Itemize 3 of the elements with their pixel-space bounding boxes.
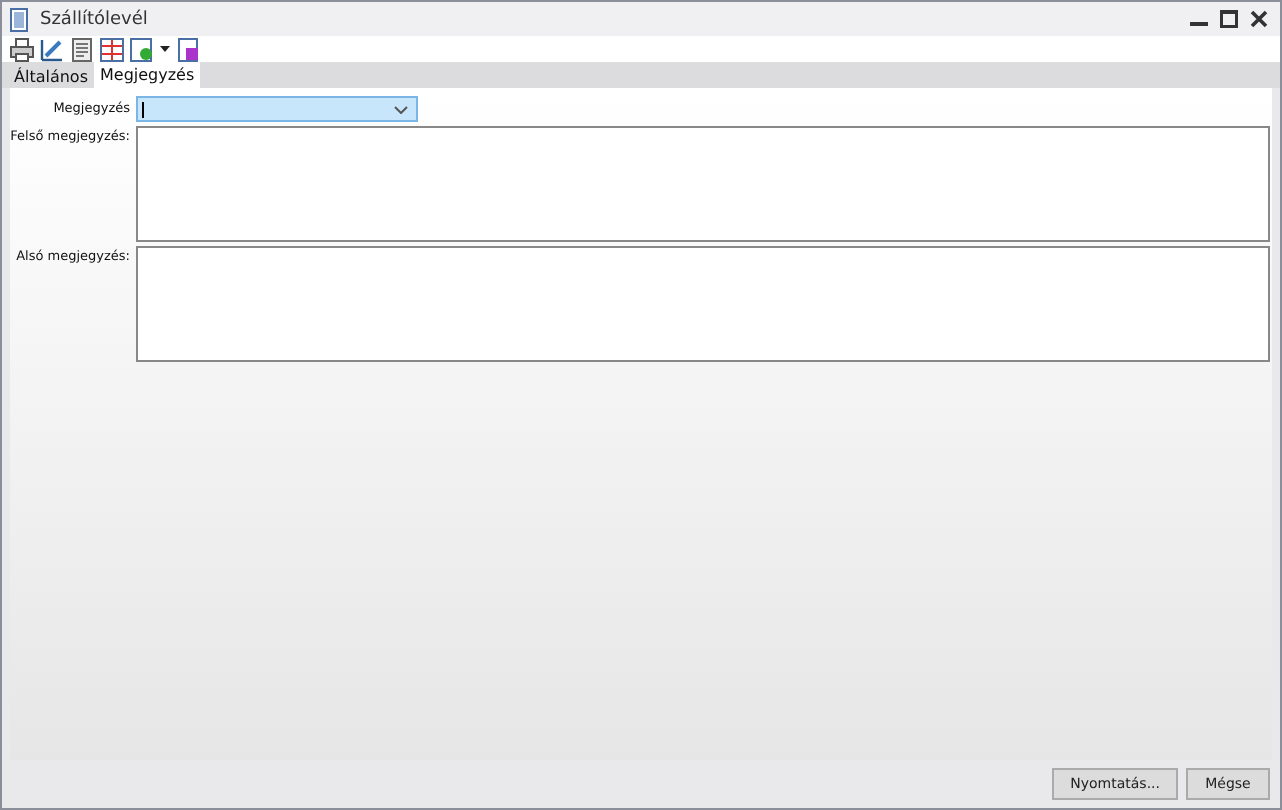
tab[interactable]: Megjegyzés [94, 62, 201, 88]
window-title: Szállítólevél [40, 9, 148, 29]
tab[interactable]: Általános [8, 64, 94, 88]
